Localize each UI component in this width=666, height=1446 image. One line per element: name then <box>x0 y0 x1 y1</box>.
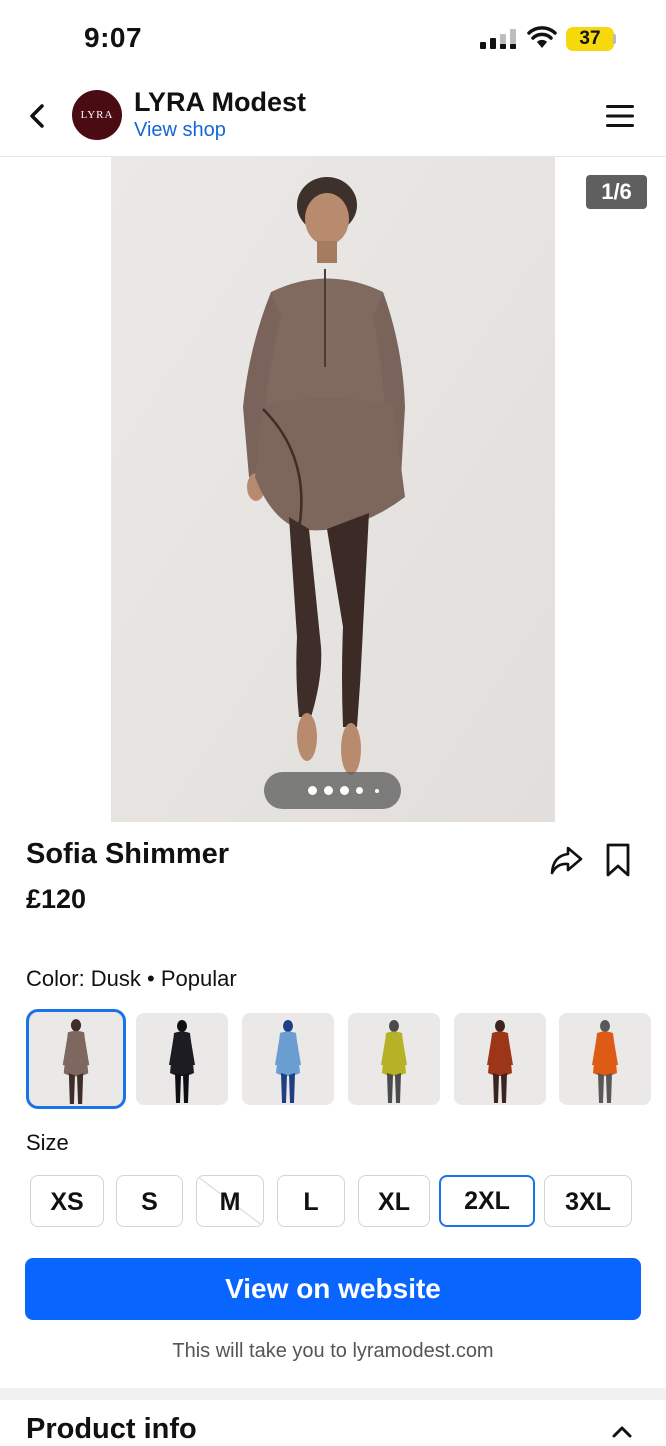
pagination-dot[interactable] <box>356 787 363 794</box>
size-label: Size <box>26 1130 69 1155</box>
size-option-l[interactable]: L <box>277 1175 345 1227</box>
menu-button[interactable] <box>604 102 636 130</box>
redirect-note: This will take you to lyramodest.com <box>172 1340 494 1362</box>
pagination-dot[interactable] <box>324 786 333 795</box>
product-model-illustration <box>111 157 555 822</box>
color-swatch[interactable] <box>242 1013 334 1105</box>
swatch-figure <box>169 1020 195 1103</box>
cellular-signal-icon <box>480 29 516 49</box>
view-shop-link[interactable]: View shop <box>134 119 226 142</box>
shop-header: LYRA LYRA Modest View shop <box>0 76 666 157</box>
product-image[interactable] <box>111 157 555 822</box>
battery-icon: 37 <box>566 27 614 51</box>
section-divider <box>0 1388 666 1400</box>
color-swatch[interactable] <box>26 1009 126 1109</box>
pagination-dot[interactable] <box>375 789 379 793</box>
product-title: Sofia Shimmer <box>26 838 230 870</box>
swatch-figure <box>62 1019 90 1104</box>
size-option-s[interactable]: S <box>116 1175 183 1227</box>
battery-level: 37 <box>579 28 601 49</box>
gallery-pagination[interactable] <box>264 772 401 809</box>
wifi-icon <box>527 26 557 48</box>
size-option-3xl[interactable]: 3XL <box>544 1175 632 1227</box>
color-swatch[interactable] <box>348 1013 440 1105</box>
status-bar: 9:07 37 <box>0 0 666 76</box>
swatch-figure <box>381 1020 407 1103</box>
size-option-m[interactable]: M <box>196 1175 264 1227</box>
share-button[interactable] <box>548 842 584 878</box>
view-on-website-button[interactable]: View on website <box>25 1258 641 1320</box>
product-info-heading[interactable]: Product info <box>26 1413 197 1446</box>
color-swatch-list <box>26 1009 666 1109</box>
color-label: Color: Dusk • Popular <box>26 966 237 991</box>
swatch-figure <box>592 1020 618 1103</box>
product-price: £120 <box>26 884 87 914</box>
pagination-dot[interactable] <box>308 786 317 795</box>
battery-cap <box>613 34 616 44</box>
size-option-xl[interactable]: XL <box>358 1175 430 1227</box>
shop-name[interactable]: LYRA Modest <box>134 87 306 118</box>
color-swatch[interactable] <box>136 1013 228 1105</box>
image-counter: 1/6 <box>586 175 647 209</box>
back-button[interactable] <box>22 98 54 134</box>
chevron-up-icon[interactable] <box>610 1422 634 1442</box>
size-option-xs[interactable]: XS <box>30 1175 104 1227</box>
swatch-figure <box>487 1020 513 1103</box>
color-swatch[interactable] <box>454 1013 546 1105</box>
status-time: 9:07 <box>84 22 143 53</box>
save-button[interactable] <box>604 842 632 878</box>
swatch-figure <box>275 1020 301 1103</box>
size-option-2xl[interactable]: 2XL <box>439 1175 535 1227</box>
color-swatch[interactable] <box>559 1013 651 1105</box>
shop-avatar[interactable]: LYRA <box>72 90 122 140</box>
pagination-dot[interactable] <box>340 786 349 795</box>
